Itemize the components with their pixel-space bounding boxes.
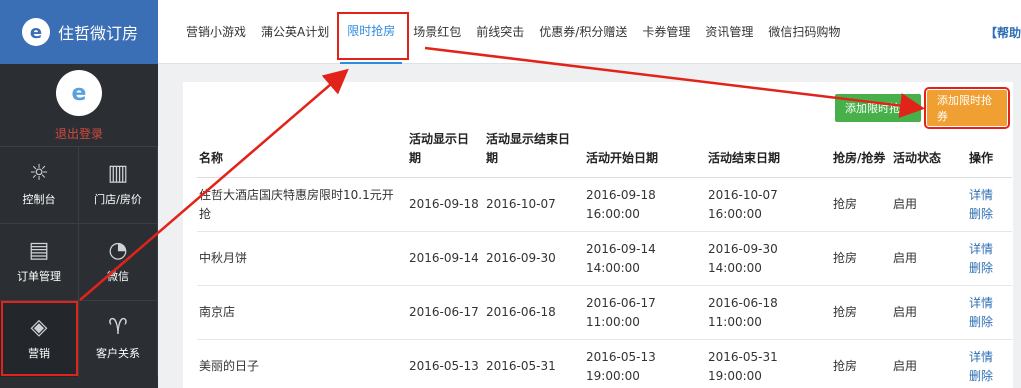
tab-dandelion-plan[interactable]: 蒲公英A计划 <box>261 0 329 64</box>
glasses-icon: ♈ <box>108 315 128 340</box>
cell-show-end: 2016-05-31 <box>484 339 584 388</box>
help-link[interactable]: 【帮助 <box>985 0 1021 64</box>
wechat-icon: ◔ <box>108 238 128 263</box>
brand-logo-icon: e <box>22 18 50 46</box>
top-nav: 营销小游戏 蒲公英A计划 限时抢房 场景红包 前线突击 优惠券/积分赠送 卡券管… <box>158 0 1021 64</box>
cell-start: 2016-09-18 16:00:00 <box>584 177 706 232</box>
cell-name: 美丽的日子 <box>197 339 407 388</box>
cell-end: 2016-10-07 16:00:00 <box>706 177 831 232</box>
detail-link[interactable]: 详情 <box>969 186 1008 205</box>
building-icon: ▥ <box>107 161 129 186</box>
cell-type: 抢房 <box>831 339 891 388</box>
cell-name: 住哲大酒店国庆特惠房限时10.1元开抢 <box>197 177 407 232</box>
delete-link[interactable]: 删除 <box>969 313 1008 332</box>
sidebar-item-label: 营销 <box>28 347 50 360</box>
cell-status: 启用 <box>891 285 967 340</box>
cell-status: 启用 <box>891 231 967 286</box>
brand-name: 住哲微订房 <box>58 24 139 43</box>
cell-end: 2016-06-18 11:00:00 <box>706 285 831 340</box>
cell-end: 2016-05-31 19:00:00 <box>706 339 831 388</box>
detail-link[interactable]: 详情 <box>969 348 1008 367</box>
cell-show-end: 2016-09-30 <box>484 231 584 286</box>
main-panel: 添加限时抢房 添加限时抢券 名称 活动显示日期 活动显示结束日期 活动开始日期 … <box>183 82 1013 388</box>
sidebar-item-label: 客户关系 <box>96 347 140 360</box>
cell-end: 2016-09-30 14:00:00 <box>706 231 831 286</box>
sidebar-item-wechat[interactable]: ◔ 微信 <box>79 223 158 300</box>
col-start-date: 活动开始日期 <box>584 130 706 178</box>
logout-link[interactable]: 退出登录 <box>55 125 103 142</box>
detail-link[interactable]: 详情 <box>969 240 1008 259</box>
tab-card-coupons[interactable]: 卡券管理 <box>642 0 690 64</box>
cell-actions: 详情 删除 <box>967 339 1012 388</box>
col-type: 抢房/抢券 <box>831 130 891 178</box>
delete-link[interactable]: 删除 <box>969 205 1008 224</box>
cell-type: 抢房 <box>831 285 891 340</box>
tab-coupons-points[interactable]: 优惠券/积分赠送 <box>539 0 627 64</box>
cell-show-end: 2016-06-18 <box>484 285 584 340</box>
table-row: 中秋月饼 2016-09-14 2016-09-30 2016-09-14 14… <box>197 231 1012 286</box>
sidebar-item-dashboard[interactable]: ☼ 控制台 <box>0 146 79 223</box>
cell-actions: 详情 删除 <box>967 285 1012 340</box>
cell-actions: 详情 删除 <box>967 231 1012 286</box>
cell-status: 启用 <box>891 339 967 388</box>
table-row: 南京店 2016-06-17 2016-06-18 2016-06-17 11:… <box>197 285 1012 340</box>
sidebar-item-stores[interactable]: ▥ 门店/房价 <box>79 146 158 223</box>
cell-start: 2016-09-14 14:00:00 <box>584 231 706 286</box>
cell-show-start: 2016-06-17 <box>407 285 484 340</box>
cell-show-start: 2016-05-13 <box>407 339 484 388</box>
cell-start: 2016-05-13 19:00:00 <box>584 339 706 388</box>
profile: e 退出登录 <box>0 64 158 146</box>
activity-table: 名称 活动显示日期 活动显示结束日期 活动开始日期 活动结束日期 抢房/抢券 活… <box>197 130 1012 388</box>
tab-news[interactable]: 资讯管理 <box>705 0 753 64</box>
cell-show-start: 2016-09-18 <box>407 177 484 232</box>
cell-actions: 详情 删除 <box>967 177 1012 232</box>
sidebar-item-label: 门店/房价 <box>94 193 142 206</box>
delete-link[interactable]: 删除 <box>969 259 1008 278</box>
sun-icon: ☼ <box>29 161 49 186</box>
tab-mini-games[interactable]: 营销小游戏 <box>186 0 246 64</box>
sidebar-item-crm[interactable]: ♈ 客户关系 <box>79 300 158 377</box>
col-actions: 操作 <box>967 130 1012 178</box>
tab-front-assault[interactable]: 前线突击 <box>476 0 524 64</box>
tab-scene-red-packet[interactable]: 场景红包 <box>413 0 461 64</box>
sidebar: e 住哲微订房 e 退出登录 ☼ 控制台 ▥ 门店/房价 ▤ 订单管理 ◔ 微信… <box>0 0 158 388</box>
tab-wechat-scan-shopping[interactable]: 微信扫码购物 <box>768 0 840 64</box>
col-status: 活动状态 <box>891 130 967 178</box>
sidebar-nav: ☼ 控制台 ▥ 门店/房价 ▤ 订单管理 ◔ 微信 ◈ 营销 ♈ 客户关系 <box>0 146 158 377</box>
cell-start: 2016-06-17 11:00:00 <box>584 285 706 340</box>
cell-type: 抢房 <box>831 177 891 232</box>
col-show-end-date: 活动显示结束日期 <box>484 130 584 178</box>
sale-tag-icon: ◈ <box>30 315 48 340</box>
cell-name: 南京店 <box>197 285 407 340</box>
table-row: 住哲大酒店国庆特惠房限时10.1元开抢 2016-09-18 2016-10-0… <box>197 177 1012 232</box>
add-flash-room-button[interactable]: 添加限时抢房 <box>835 94 921 122</box>
cell-show-start: 2016-09-14 <box>407 231 484 286</box>
sidebar-item-label: 微信 <box>107 270 129 283</box>
sidebar-item-label: 订单管理 <box>17 270 61 283</box>
cell-name: 中秋月饼 <box>197 231 407 286</box>
table-row: 美丽的日子 2016-05-13 2016-05-31 2016-05-13 1… <box>197 339 1012 388</box>
sidebar-item-label: 控制台 <box>22 193 56 206</box>
document-icon: ▤ <box>28 238 50 263</box>
avatar: e <box>56 70 102 116</box>
cell-type: 抢房 <box>831 231 891 286</box>
col-name: 名称 <box>197 130 407 178</box>
table-header-row: 名称 活动显示日期 活动显示结束日期 活动开始日期 活动结束日期 抢房/抢券 活… <box>197 130 1012 178</box>
brand-bar: e 住哲微订房 <box>0 0 158 64</box>
tab-flash-sale-rooms[interactable]: 限时抢房 <box>337 0 410 64</box>
sidebar-item-orders[interactable]: ▤ 订单管理 <box>0 223 79 300</box>
cell-status: 启用 <box>891 177 967 232</box>
detail-link[interactable]: 详情 <box>969 294 1008 313</box>
col-end-date: 活动结束日期 <box>706 130 831 178</box>
col-show-date: 活动显示日期 <box>407 130 484 178</box>
delete-link[interactable]: 删除 <box>969 367 1008 386</box>
sidebar-item-marketing[interactable]: ◈ 营销 <box>0 300 79 377</box>
add-flash-coupon-button[interactable]: 添加限时抢券 <box>924 87 1010 129</box>
cell-show-end: 2016-10-07 <box>484 177 584 232</box>
